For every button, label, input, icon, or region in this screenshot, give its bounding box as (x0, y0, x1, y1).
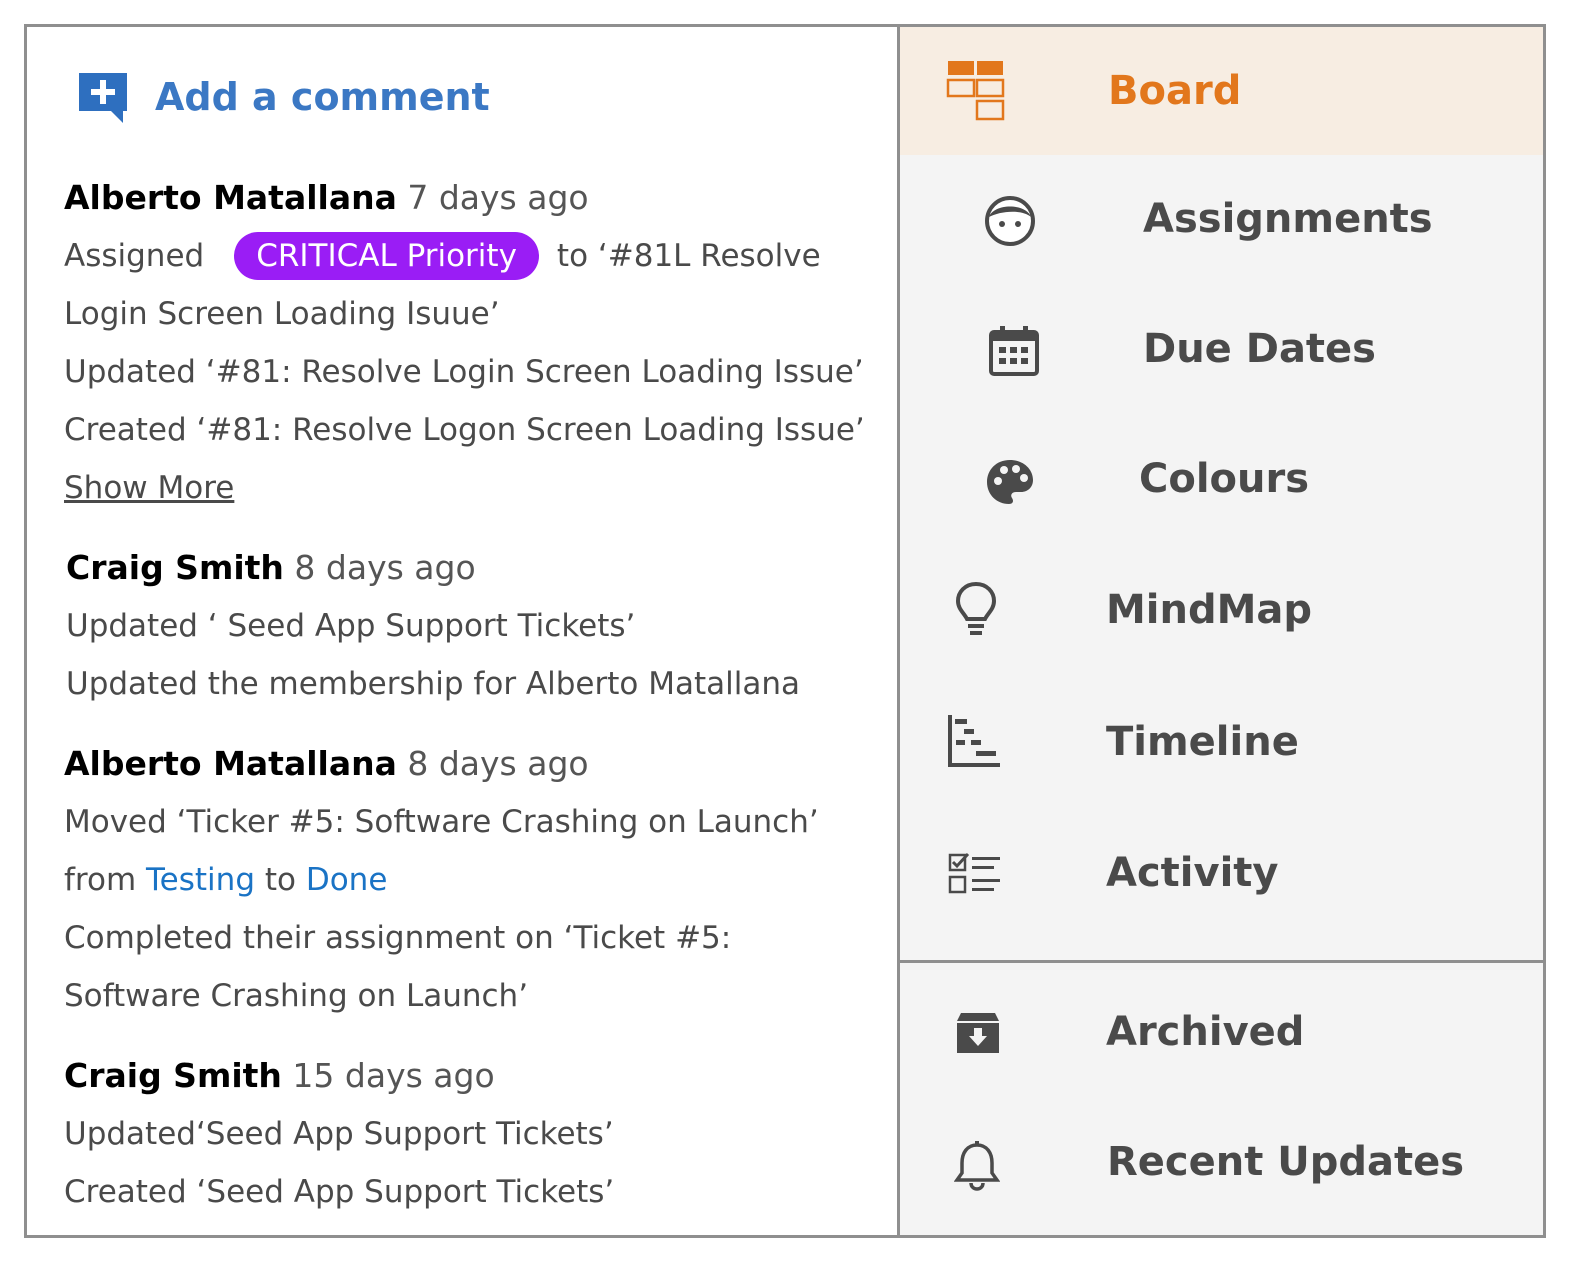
face-icon (984, 195, 1036, 247)
add-comment-label: Add a comment (155, 75, 490, 119)
timestamp: 8 days ago (294, 548, 476, 587)
assigned-suffix: to ‘#81L Resolve (556, 238, 821, 274)
archive-icon (955, 1011, 1001, 1055)
nav-label: Due Dates (1143, 326, 1376, 372)
lightbulb-icon (955, 581, 997, 639)
nav-label: MindMap (1106, 587, 1313, 633)
activity-line: Updated‘Seed App Support Tickets’ (64, 1116, 614, 1152)
feed-entry: Alberto Matallana 7 days ago Assigned CRI… (64, 169, 874, 517)
menu-divider (900, 960, 1543, 963)
palette-icon (985, 457, 1035, 507)
nav-item-assignments[interactable]: Assignments (900, 155, 1543, 283)
activity-line: Assigned CRITICAL Priority to ‘#81L Resolv… (64, 227, 874, 285)
feed-list: Alberto Matallana 7 days ago Assigned CRI… (64, 169, 874, 1243)
timestamp: 15 days ago (292, 1056, 495, 1095)
nav-label: Board (1108, 68, 1242, 114)
show-more-link[interactable]: Show More (64, 470, 234, 506)
entry-header: Craig Smith 8 days ago (66, 539, 874, 597)
feed-entry: Alberto Matallana 8 days ago Moved ‘Tick… (64, 735, 874, 1025)
assigned-prefix: Assigned (64, 238, 205, 274)
status-link-testing[interactable]: Testing (146, 862, 255, 898)
activity-line: Software Crashing on Launch’ (64, 978, 529, 1014)
priority-badge[interactable]: CRITICAL Priority (234, 232, 539, 280)
nav-label: Assignments (1143, 196, 1433, 242)
status-link-done[interactable]: Done (306, 862, 388, 898)
activity-feed-column: Add a comment Alberto Matallana 7 days a… (27, 27, 897, 1235)
activity-line: Updated ‘#81: Resolve Login Screen Loadi… (64, 354, 864, 390)
author-name: Craig Smith (66, 548, 284, 587)
feed-entry: Craig Smith 15 days ago Updated‘Seed App… (64, 1047, 874, 1221)
nav-item-board[interactable]: Board (900, 27, 1543, 155)
nav-label: Colours (1139, 456, 1310, 502)
calendar-icon (988, 325, 1040, 377)
from-word: from (64, 862, 137, 898)
nav-label: Archived (1106, 1009, 1305, 1055)
activity-line: Created ‘Seed App Support Tickets’ (64, 1174, 615, 1210)
nav-label: Recent Updates (1107, 1139, 1465, 1185)
activity-line: Completed their assignment on ‘Ticket #5… (64, 920, 732, 956)
nav-item-mindmap[interactable]: MindMap (900, 543, 1543, 677)
author-name: Craig Smith (64, 1056, 282, 1095)
entry-header: Alberto Matallana 7 days ago (64, 169, 874, 227)
nav-item-activity[interactable]: Activity (900, 807, 1543, 939)
timeline-icon (946, 713, 1002, 769)
nav-sidebar: Board Assignments Due Dates Colours Mind… (897, 27, 1543, 1235)
nav-item-archived[interactable]: Archived (900, 967, 1543, 1097)
activity-line: Login Screen Loading Isuue’ (64, 296, 500, 332)
add-comment-button[interactable]: Add a comment (77, 69, 490, 125)
feed-entry: Craig Smith 8 days ago Updated ‘ Seed Ap… (66, 539, 874, 713)
activity-line: Updated the membership for Alberto Matal… (66, 666, 800, 702)
nav-item-colours[interactable]: Colours (900, 415, 1543, 543)
entry-header: Alberto Matallana 8 days ago (64, 735, 874, 793)
author-name: Alberto Matallana (64, 178, 397, 217)
checklist-icon (948, 853, 1004, 895)
board-icon (946, 59, 1006, 123)
author-name: Alberto Matallana (64, 744, 397, 783)
activity-line: Moved ‘Ticker #5: Software Crashing on L… (64, 804, 819, 840)
timestamp: 8 days ago (407, 744, 589, 783)
nav-label: Timeline (1106, 719, 1299, 765)
activity-panel: Add a comment Alberto Matallana 7 days a… (24, 24, 1546, 1238)
activity-line: from Testing to Done (64, 851, 874, 909)
add-comment-icon (79, 73, 127, 123)
nav-label: Activity (1106, 850, 1279, 896)
to-word: to (264, 862, 296, 898)
show-more-row: Show More (64, 459, 874, 517)
activity-line: Created ‘#81: Resolve Logon Screen Loadi… (64, 412, 865, 448)
activity-line: Updated ‘ Seed App Support Tickets’ (66, 608, 636, 644)
entry-header: Craig Smith 15 days ago (64, 1047, 874, 1105)
bell-icon (954, 1141, 1000, 1191)
nav-item-timeline[interactable]: Timeline (900, 677, 1543, 807)
timestamp: 7 days ago (407, 178, 589, 217)
nav-item-due-dates[interactable]: Due Dates (900, 283, 1543, 415)
nav-item-recent-updates[interactable]: Recent Updates (900, 1097, 1543, 1227)
